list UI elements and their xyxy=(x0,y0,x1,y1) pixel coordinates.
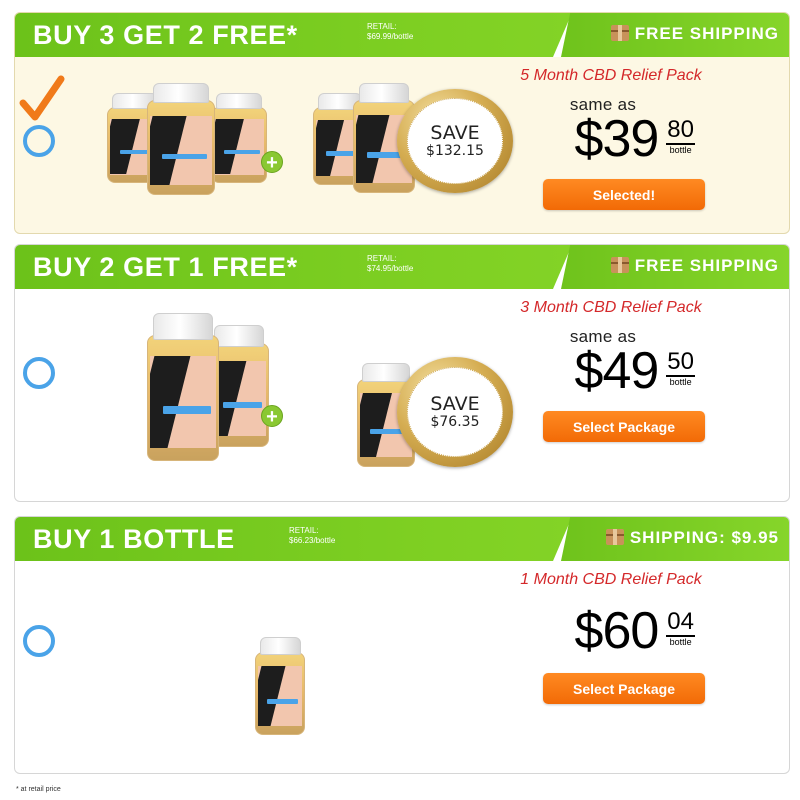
package-radio[interactable] xyxy=(23,625,55,657)
save-amount: $76.35 xyxy=(430,414,480,430)
retail-value: $74.95/bottle xyxy=(367,264,414,273)
package-card-buy2get1[interactable]: BUY 2 GET 1 FREE* RETAIL: $74.95/bottle … xyxy=(14,244,790,502)
save-amount: $132.15 xyxy=(426,142,484,159)
price: $49 50 bottle xyxy=(575,345,695,397)
price-dollars: $60 xyxy=(574,602,660,660)
product-bottle xyxy=(147,83,215,195)
retail-label: RETAIL: xyxy=(289,526,319,535)
package-title: BUY 3 GET 2 FREE* xyxy=(33,20,298,50)
package-card-buy1[interactable]: BUY 1 BOTTLE RETAIL: $66.23/bottle SHIPP… xyxy=(14,516,790,774)
pack-name: 3 Month CBD Relief Pack xyxy=(520,299,702,316)
package-radio[interactable] xyxy=(23,125,55,157)
select-package-button[interactable]: Select Package xyxy=(543,411,705,442)
shipping-text: FREE SHIPPING xyxy=(634,256,779,275)
price: $39 80 bottle xyxy=(575,113,695,165)
save-word: SAVE xyxy=(430,121,480,144)
retail-value: $69.99/bottle xyxy=(367,32,414,41)
product-bottle xyxy=(211,93,267,183)
retail-info: RETAIL: $69.99/bottle xyxy=(367,22,413,42)
selected-button[interactable]: Selected! xyxy=(543,179,705,210)
shipping-text: FREE SHIPPING xyxy=(634,24,779,43)
footnote: * at retail price xyxy=(16,786,61,793)
price-per-unit: bottle xyxy=(669,377,692,387)
shipping-text: SHIPPING: $9.95 xyxy=(629,528,779,547)
shipping-label: FREE SHIPPING xyxy=(610,256,779,276)
product-bottle xyxy=(147,313,219,461)
package-title: BUY 1 BOTTLE xyxy=(33,524,235,554)
price-cents: 04 xyxy=(666,608,695,637)
package-header: BUY 2 GET 1 FREE* RETAIL: $74.95/bottle … xyxy=(15,245,789,289)
price-cents: 80 xyxy=(666,116,695,145)
retail-label: RETAIL: xyxy=(367,254,397,263)
shipping-label: FREE SHIPPING xyxy=(610,24,779,44)
checkmark-icon xyxy=(19,75,65,121)
pack-name: 5 Month CBD Relief Pack xyxy=(520,67,702,84)
plus-icon: + xyxy=(261,405,283,428)
price-cents: 50 xyxy=(666,348,695,377)
price-dollars: $49 xyxy=(574,342,660,400)
package-header: BUY 1 BOTTLE RETAIL: $66.23/bottle SHIPP… xyxy=(15,517,789,561)
save-badge-icon: SAVE $76.35 xyxy=(397,357,513,467)
package-radio[interactable] xyxy=(23,357,55,389)
save-badge-icon: SAVE $132.15 xyxy=(397,89,513,193)
price: $60 04 bottle xyxy=(575,605,695,657)
retail-label: RETAIL: xyxy=(367,22,397,31)
shipping-box-icon xyxy=(610,257,629,273)
plus-icon: + xyxy=(261,151,283,174)
pack-name: 1 Month CBD Relief Pack xyxy=(520,571,702,588)
retail-info: RETAIL: $66.23/bottle xyxy=(289,526,335,546)
package-card-buy3get2[interactable]: BUY 3 GET 2 FREE* RETAIL: $69.99/bottle … xyxy=(14,12,790,234)
retail-value: $66.23/bottle xyxy=(289,536,336,545)
price-per-unit: bottle xyxy=(669,145,692,155)
price-per-unit: bottle xyxy=(669,637,692,647)
shipping-box-icon xyxy=(610,25,629,41)
shipping-box-icon xyxy=(605,529,624,545)
package-header: BUY 3 GET 2 FREE* RETAIL: $69.99/bottle … xyxy=(15,13,789,57)
save-word: SAVE xyxy=(430,393,480,415)
product-bottle xyxy=(255,637,305,735)
select-package-button[interactable]: Select Package xyxy=(543,673,705,704)
package-title: BUY 2 GET 1 FREE* xyxy=(33,252,298,282)
retail-info: RETAIL: $74.95/bottle xyxy=(367,254,413,274)
price-dollars: $39 xyxy=(574,110,660,168)
shipping-label: SHIPPING: $9.95 xyxy=(605,528,779,548)
